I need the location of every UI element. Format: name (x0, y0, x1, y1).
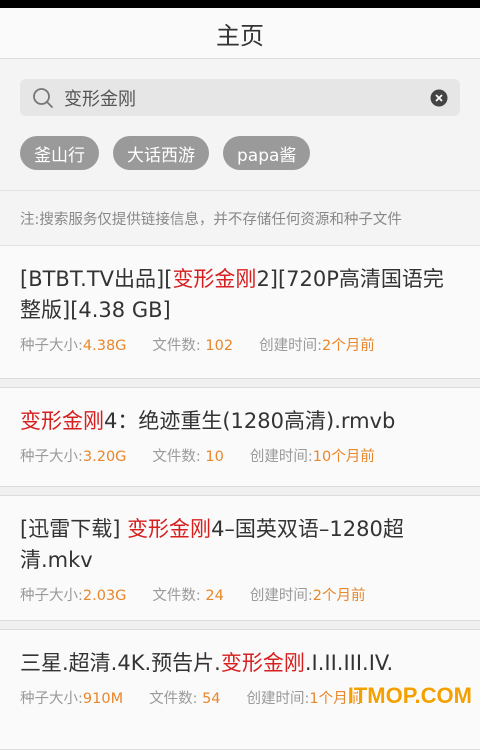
result-title[interactable]: 三星.超清.4K.预告片.变形金刚.I.II.III.IV. (20, 648, 460, 679)
search-icon (32, 87, 54, 109)
app-header: 主页 (0, 8, 480, 59)
result-title[interactable]: 变形金刚4：绝迹重生(1280高清).rmvb (20, 406, 460, 437)
search-input[interactable]: 变形金刚 (20, 79, 460, 116)
created-value: 10个月前 (312, 449, 375, 465)
files-label: 文件数: (152, 449, 206, 465)
result-item[interactable]: [BTBT.TV出品][变形金刚2][720P高清国语完整版][4.38 GB]… (0, 246, 480, 379)
files-value: 24 (205, 588, 224, 604)
files-label: 文件数: (152, 588, 206, 604)
result-item[interactable]: 变形金刚4：绝迹重生(1280高清).rmvb 种子大小:3.20G 文件数: … (0, 388, 480, 487)
title-text: [迅雷下载] (20, 517, 128, 541)
result-meta: 种子大小:4.38G 文件数: 102 创建时间:2个月前 (20, 334, 460, 355)
tag-chip[interactable]: 釜山行 (20, 136, 99, 170)
title-text: 三星.超清.4K.预告片. (20, 651, 221, 675)
files-value: 10 (205, 449, 224, 465)
result-title[interactable]: [BTBT.TV出品][变形金刚2][720P高清国语完整版][4.38 GB] (20, 264, 460, 326)
search-query[interactable]: 变形金刚 (64, 85, 430, 111)
created-label: 创建时间: (249, 449, 313, 465)
watermark-logo: ITMOP.COM (347, 683, 472, 708)
separator (0, 379, 480, 388)
files-value: 54 (202, 691, 221, 707)
size-value: 3.20G (82, 449, 127, 465)
created-value: 2个月前 (312, 588, 366, 604)
tag-chip[interactable]: 大话西游 (113, 136, 209, 170)
created-label: 创建时间: (246, 691, 310, 707)
page-title: 主页 (216, 21, 264, 50)
hot-tags: 釜山行 大话西游 papa酱 (20, 136, 311, 170)
title-text: 4：绝迹重生(1280高清).rmvb (104, 409, 396, 433)
created-label: 创建时间: (249, 588, 313, 604)
title-highlight: 变形金刚 (172, 267, 257, 291)
size-value: 910M (82, 691, 124, 707)
created-value: 2个月前 (322, 338, 375, 354)
result-item[interactable]: [迅雷下载] 变形金刚4–国英双语–1280超清.mkv 种子大小:2.03G … (0, 496, 480, 621)
separator (0, 621, 480, 630)
status-bar (0, 0, 480, 8)
files-label: 文件数: (149, 691, 203, 707)
result-meta: 种子大小:2.03G 文件数: 24 创建时间:2个月前 (20, 584, 460, 605)
search-section: 变形金刚 釜山行 大话西游 papa酱 (0, 59, 480, 191)
size-label: 种子大小: (20, 691, 83, 707)
files-label: 文件数: (152, 338, 206, 354)
size-label: 种子大小: (20, 338, 83, 354)
files-value: 102 (205, 338, 234, 354)
title-text: [BTBT.TV出品][ (20, 267, 173, 291)
result-meta: 种子大小:3.20G 文件数: 10 创建时间:10个月前 (20, 445, 460, 466)
disclaimer: 注:搜索服务仅提供链接信息，并不存储任何资源和种子文件 (0, 191, 480, 246)
title-highlight: 变形金刚 (220, 651, 305, 675)
size-value: 2.03G (82, 588, 127, 604)
title-highlight: 变形金刚 (20, 409, 104, 433)
result-title[interactable]: [迅雷下载] 变形金刚4–国英双语–1280超清.mkv (20, 514, 460, 576)
clear-icon[interactable] (430, 89, 448, 107)
created-label: 创建时间: (259, 338, 322, 354)
results-list: [BTBT.TV出品][变形金刚2][720P高清国语完整版][4.38 GB]… (0, 246, 480, 750)
tag-chip[interactable]: papa酱 (223, 136, 311, 170)
size-label: 种子大小: (20, 588, 83, 604)
disclaimer-text: 注:搜索服务仅提供链接信息，并不存储任何资源和种子文件 (20, 211, 402, 228)
size-value: 4.38G (82, 338, 127, 354)
title-highlight: 变形金刚 (127, 517, 212, 541)
title-text: .I.II.III.IV. (304, 651, 394, 675)
size-label: 种子大小: (20, 449, 83, 465)
separator (0, 487, 480, 496)
